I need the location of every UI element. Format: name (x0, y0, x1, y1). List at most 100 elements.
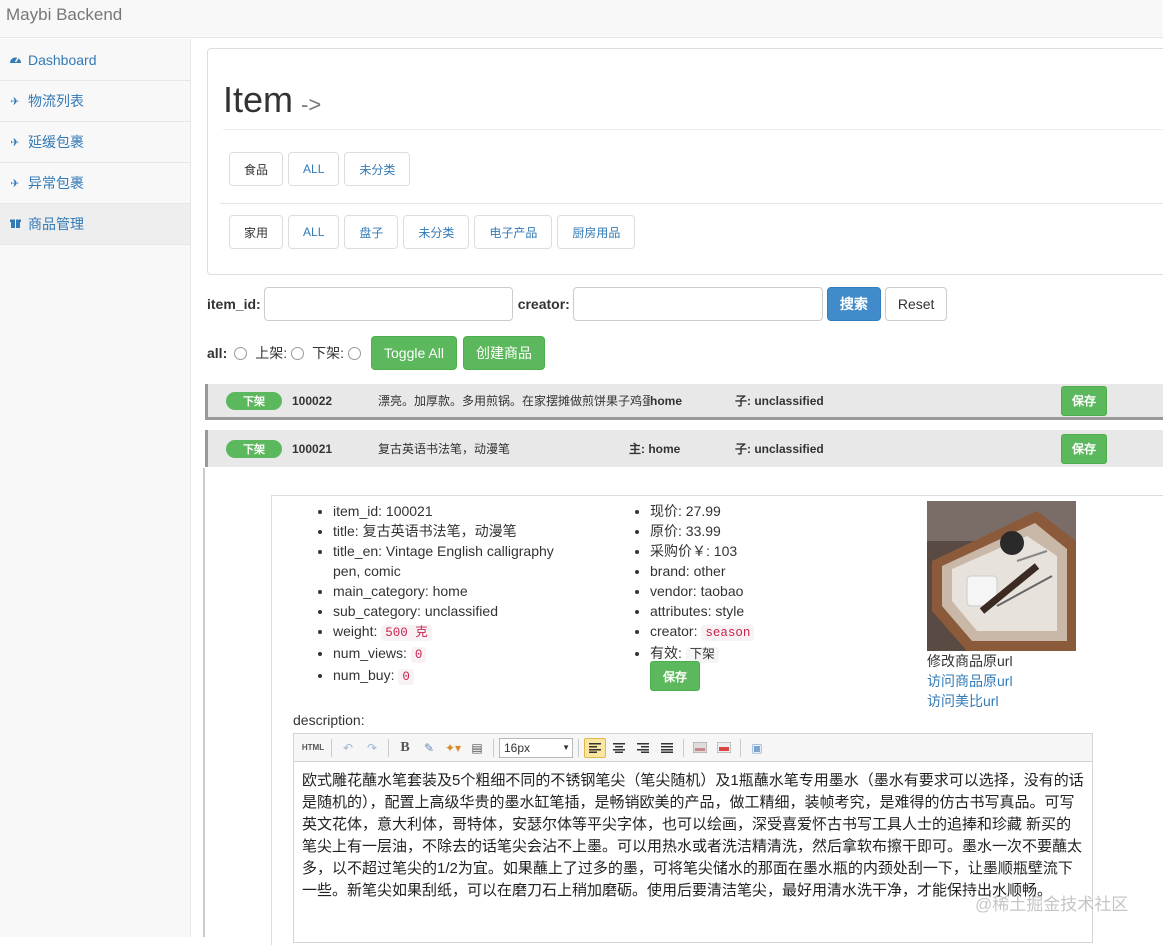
item-row[interactable]: 下架 100022 漂亮。加厚款。多用煎锅。在家摆摊做煎饼果子鸡蛋 home 子… (205, 384, 1163, 420)
prop-attributes: attributes: style (650, 601, 892, 621)
sidebar-item-delayed[interactable]: ✈ 延缓包裹 (0, 122, 190, 163)
watermark: @稀土掘金技术社区 (975, 895, 1129, 914)
prop-brand: brand: other (650, 561, 892, 581)
editor-content[interactable]: 欧式雕花蘸水笔套装及5个粗细不同的不锈钢笔尖（笔尖随机）及1瓶蘸水笔专用墨水（墨… (294, 762, 1092, 910)
sidebar-item-logistics[interactable]: ✈ 物流列表 (0, 81, 190, 122)
sub-category-row: 家用 ALL 盘子 未分类 电子产品 厨房用品 (229, 215, 636, 249)
search-button[interactable]: 搜索 (826, 287, 881, 321)
sidebar-item-dashboard[interactable]: Dashboard (0, 40, 190, 81)
align-justify-icon[interactable] (656, 738, 678, 758)
status-cell: 下架 (226, 384, 282, 417)
brand-title[interactable]: Maybi Backend (6, 5, 122, 25)
rich-text-editor: HTML ↶ ↷ B ✎ ✦▾ ▤ 16px ▼ ▣ 欧式雕花蘸水笔套装及5个粗… (293, 733, 1093, 943)
create-item-button[interactable]: 创建商品 (462, 336, 545, 370)
category-button-food[interactable]: 食品 (229, 152, 284, 186)
all-radio[interactable] (234, 346, 248, 360)
category-button-all[interactable]: ALL (288, 152, 340, 186)
save-button[interactable]: 保存 (1061, 385, 1108, 416)
subcategory-button-kitchen[interactable]: 厨房用品 (557, 215, 636, 249)
prop-title: title: 复古英语书法笔，动漫笔 (333, 521, 585, 541)
prop-title-en: title_en: Vintage English calligraphy pen… (333, 541, 585, 581)
format-brush-icon[interactable]: ✦▾ (442, 738, 464, 758)
toolbar-separator (740, 738, 741, 757)
creator-label: creator: (517, 296, 570, 312)
align-center-icon[interactable] (608, 738, 630, 758)
subcategory-button-home[interactable]: 家用 (229, 215, 284, 249)
prop-sub-category: sub_category: unclassified (333, 601, 585, 621)
subcategory-button-all[interactable]: ALL (288, 215, 340, 249)
sidebar-item-label: 商品管理 (28, 216, 84, 232)
chevron-down-icon: ▼ (562, 743, 570, 752)
subcategory-button-plates[interactable]: 盘子 (344, 215, 399, 249)
subcategory-button-unclassified[interactable]: 未分类 (403, 215, 470, 249)
off-shelf-radio[interactable] (348, 346, 362, 360)
description-label: description: (293, 712, 365, 728)
prop-weight-label: weight: (333, 623, 382, 639)
top-navbar: Maybi Backend (0, 0, 1163, 38)
sidebar-item-label: 物流列表 (28, 93, 84, 109)
visit-product-url-link[interactable]: 访问商品原url (927, 671, 1013, 691)
visit-maybi-url-link[interactable]: 访问美比url (927, 691, 1013, 711)
sub-category-prefix: 子: (735, 394, 751, 408)
page-subtitle: -> (301, 92, 322, 117)
title-divider (223, 129, 1163, 130)
detail-save-button[interactable]: 保存 (650, 661, 701, 691)
html-source-button[interactable]: HTML (300, 738, 326, 758)
page-title: Item -> (223, 79, 321, 121)
gift-icon (8, 217, 22, 231)
product-image (927, 501, 1076, 651)
status-badge: 下架 (226, 439, 282, 458)
sidebar-item-exception[interactable]: ✈ 异常包裹 (0, 163, 190, 204)
prop-weight: weight: 500 克 (333, 621, 585, 643)
prop-num-buy-value: 0 (398, 669, 414, 685)
align-right-icon[interactable] (632, 738, 654, 758)
plane-icon: ✈ (10, 136, 20, 149)
category-divider (220, 203, 1163, 204)
main-category-value: home (648, 441, 681, 456)
multi-image-icon[interactable] (713, 738, 735, 758)
reset-button[interactable]: Reset (884, 287, 948, 321)
undo-icon[interactable]: ↶ (337, 738, 359, 758)
main-category-row: 食品 ALL 未分类 (229, 152, 411, 186)
font-size-select[interactable]: 16px ▼ (499, 737, 573, 758)
category-button-unclassified[interactable]: 未分类 (344, 152, 411, 186)
item-row[interactable]: 下架 100021 复古英语书法笔，动漫笔 主: home 子: unclass… (205, 430, 1163, 467)
sub-category-cell: 子: unclassified (735, 430, 824, 467)
item-id-cell: 100021 (292, 441, 333, 456)
image-icon[interactable] (689, 738, 711, 758)
preview-icon[interactable]: ▣ (746, 738, 768, 758)
prop-title-en-line2: pen, comic (333, 563, 401, 579)
sidebar: Dashboard ✈ 物流列表 ✈ 延缓包裹 ✈ 异常包裹 商品管理 (0, 39, 191, 937)
toggle-all-button[interactable]: Toggle All (371, 336, 457, 370)
sub-category-value: unclassified (754, 393, 824, 408)
sub-category-prefix: 子: (735, 442, 751, 456)
toolbar-separator (683, 738, 684, 757)
main-category-cell: 主: home (629, 430, 680, 467)
item-id-label: item_id: (207, 296, 261, 312)
toolbar-separator (578, 738, 579, 757)
on-shelf-label: 上架: (255, 345, 288, 361)
prop-title-en-line1: title_en: Vintage English calligraphy (333, 543, 554, 559)
prop-num-buy: num_buy: 0 (333, 665, 585, 687)
paste-icon[interactable]: ▤ (466, 738, 488, 758)
eraser-icon[interactable]: ✎ (418, 738, 440, 758)
save-button[interactable]: 保存 (1061, 433, 1108, 464)
sidebar-item-products[interactable]: 商品管理 (0, 204, 190, 245)
item-id-input[interactable] (263, 287, 513, 321)
prop-vendor: vendor: taobao (650, 581, 892, 601)
prop-num-views: num_views: 0 (333, 643, 585, 665)
subcategory-button-electronics[interactable]: 电子产品 (474, 215, 553, 249)
save-cell: 保存 (1061, 430, 1108, 467)
filter-row: all: 上架: 下架: Toggle All 创建商品 (207, 336, 545, 370)
prop-creator-value: season (701, 625, 755, 641)
edit-url-label[interactable]: 修改商品原url (927, 651, 1013, 671)
on-shelf-radio[interactable] (291, 346, 305, 360)
prop-num-views-value: 0 (410, 647, 427, 663)
creator-input[interactable] (572, 287, 823, 321)
font-size-value: 16px (504, 740, 531, 755)
redo-icon[interactable]: ↷ (361, 738, 383, 758)
toolbar-separator (493, 738, 494, 757)
align-left-icon[interactable] (584, 737, 606, 758)
item-properties-right: 现价: 27.99 原价: 33.99 采购价￥: 103 brand: oth… (632, 501, 892, 665)
bold-icon[interactable]: B (394, 738, 416, 758)
